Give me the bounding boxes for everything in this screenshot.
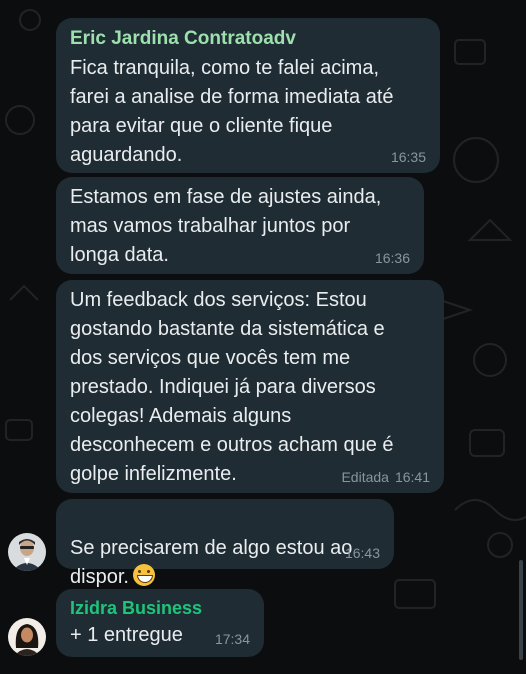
message-time: 16:41: [394, 469, 430, 485]
message-sender-name[interactable]: Eric Jardina Contratoadv: [70, 26, 426, 52]
edited-label: Editada: [341, 469, 389, 485]
message-time: 17:34: [214, 631, 250, 647]
avatar[interactable]: [8, 618, 46, 656]
message-time: 16:35: [390, 149, 426, 165]
message-sender-name[interactable]: Izidra Business: [70, 597, 250, 619]
avatar[interactable]: [8, 533, 46, 571]
avatar-image: [8, 618, 46, 656]
message-bubble[interactable]: Estamos em fase de ajustes ainda, mas va…: [56, 177, 424, 274]
message-text: Um feedback dos serviços: Estou gostando…: [70, 289, 394, 485]
message-text-content: Se precisarem de algo estou ao dispor.: [70, 537, 353, 588]
message-timestamp: 16:36: [375, 250, 410, 266]
message-bubble[interactable]: Izidra Business + 1 entregue 17:34: [56, 589, 264, 657]
message-timestamp: 17:34: [215, 631, 250, 647]
message-text: Fica tranquila, como te falei acima, far…: [70, 57, 394, 166]
avatar-image: [8, 533, 46, 571]
scrollbar[interactable]: [519, 560, 523, 660]
grinning-face-emoji-icon: [132, 564, 155, 586]
message-bubble[interactable]: Se precisarem de algo estou ao dispor. 1…: [56, 499, 394, 588]
message-timestamp: 16:43: [345, 545, 380, 561]
message-time: 16:43: [344, 545, 380, 561]
message-text: Estamos em fase de ajustes ainda, mas va…: [70, 186, 382, 266]
message-text: Se precisarem de algo estou ao dispor.: [70, 505, 380, 592]
message-timestamp: Editada 16:41: [341, 469, 430, 485]
message-bubble[interactable]: Um feedback dos serviços: Estou gostando…: [56, 280, 444, 493]
message-time: 16:36: [374, 250, 410, 266]
message-bubble[interactable]: Eric Jardina Contratoadv Fica tranquila,…: [56, 18, 440, 173]
message-timestamp: 16:35: [391, 149, 426, 165]
